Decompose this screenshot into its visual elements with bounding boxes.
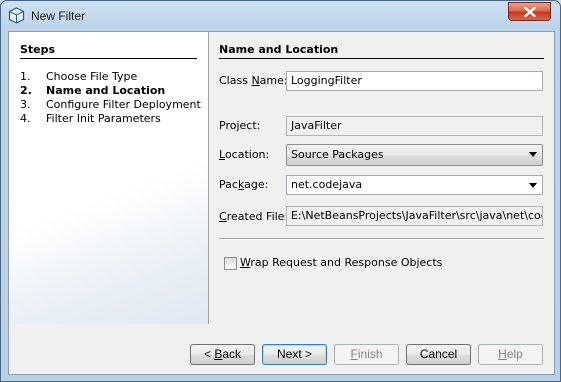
netbeans-cube-icon: [8, 7, 25, 24]
steps-list: 1. Choose File Type 2. Name and Location 3…: [20, 70, 201, 126]
form-separator: [219, 238, 544, 240]
class-name-input[interactable]: LoggingFilter: [286, 71, 543, 91]
close-icon: [524, 7, 536, 17]
step-item: 4. Filter Init Parameters: [20, 112, 201, 126]
title-bar[interactable]: New Filter: [1, 1, 560, 31]
created-file-label: Created File:: [219, 210, 289, 223]
created-file-field: E:\NetBeansProjects\JavaFilter\src\java\…: [286, 206, 543, 226]
package-combo-input[interactable]: net.codejava: [286, 175, 543, 195]
step-number: 2.: [20, 84, 32, 97]
step-number: 3.: [20, 98, 31, 111]
step-label: Choose File Type: [46, 70, 138, 83]
chevron-down-icon[interactable]: [529, 183, 537, 188]
steps-divider: [20, 58, 197, 59]
location-dropdown[interactable]: Source Packages: [286, 144, 543, 166]
close-button[interactable]: [508, 2, 551, 21]
project-label: Project:: [219, 119, 261, 132]
project-field: JavaFilter: [286, 116, 543, 136]
chevron-down-icon: [529, 152, 537, 157]
panel-divider: [219, 58, 544, 59]
wrap-objects-checkbox[interactable]: [224, 257, 237, 270]
steps-panel: Steps 1. Choose File Type 2. Name and Loca…: [9, 32, 209, 324]
step-label: Name and Location: [46, 84, 166, 97]
step-label: Filter Init Parameters: [46, 112, 161, 125]
class-name-label: Class Name:: [219, 74, 288, 87]
class-name-value: LoggingFilter: [291, 74, 362, 87]
back-button[interactable]: < Back: [190, 344, 255, 365]
new-filter-dialog: New Filter Steps 1. Choose File Type 2. Na…: [0, 0, 561, 382]
panel-heading: Name and Location: [219, 43, 339, 56]
dialog-client-area: Steps 1. Choose File Type 2. Name and Loca…: [8, 31, 555, 375]
step-item: 1. Choose File Type: [20, 70, 201, 84]
finish-button[interactable]: Finish: [334, 344, 399, 365]
wrap-objects-label[interactable]: Wrap Request and Response Objects: [240, 256, 442, 269]
cancel-button[interactable]: Cancel: [406, 344, 471, 365]
steps-heading: Steps: [20, 43, 56, 56]
help-button[interactable]: Help: [478, 344, 543, 365]
created-file-value: E:\NetBeansProjects\JavaFilter\src\java\…: [291, 209, 542, 222]
step-number: 4.: [20, 112, 31, 125]
window-title: New Filter: [31, 9, 86, 23]
name-location-panel: Name and Location Class Name: LoggingFil…: [209, 32, 554, 324]
step-item: 3. Configure Filter Deployment: [20, 98, 201, 112]
next-button[interactable]: Next >: [262, 344, 327, 365]
location-value: Source Packages: [291, 148, 384, 161]
location-label: Location:: [219, 148, 270, 161]
package-value: net.codejava: [291, 178, 363, 191]
step-item-current: 2. Name and Location: [20, 84, 201, 98]
project-value: JavaFilter: [291, 119, 342, 132]
package-label: Package:: [219, 178, 269, 191]
step-number: 1.: [20, 70, 31, 83]
step-label: Configure Filter Deployment: [46, 98, 201, 111]
